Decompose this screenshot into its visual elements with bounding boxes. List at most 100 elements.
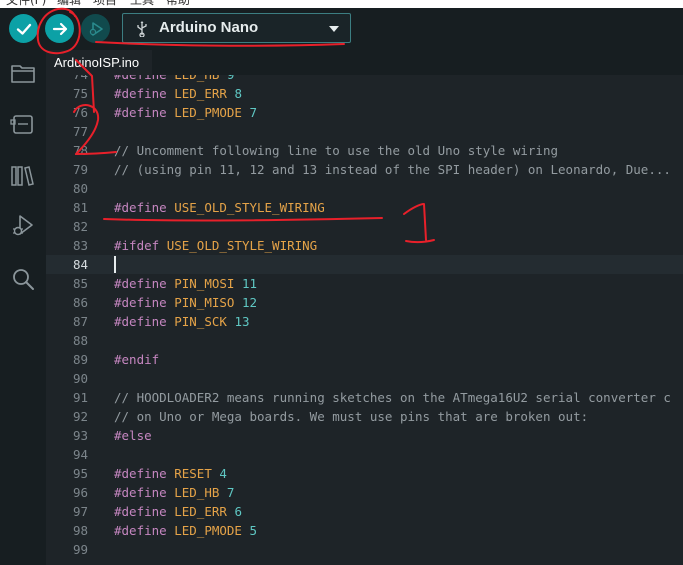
- code-text: // (using pin 11, 12 and 13 instead of t…: [114, 160, 671, 179]
- debug-button[interactable]: [81, 14, 110, 43]
- code-text: #define LED_HB 9: [114, 75, 234, 84]
- code-editor[interactable]: 74#define LED_HB 975#define LED_ERR 876#…: [46, 75, 683, 565]
- code-line[interactable]: 97 #define LED_ERR 6: [46, 502, 683, 521]
- code-line[interactable]: 78 // Uncomment following line to use the…: [46, 141, 683, 160]
- code-token-ident: LED_ERR: [174, 86, 235, 101]
- line-number: 88: [72, 333, 88, 348]
- line-number: 78: [72, 143, 88, 158]
- board-manager-icon[interactable]: [9, 110, 37, 138]
- code-token-num: 4: [219, 466, 227, 481]
- code-token-kw: #endif: [114, 352, 160, 367]
- line-number: 77: [72, 124, 88, 139]
- library-icon[interactable]: [9, 162, 37, 190]
- line-number: 75: [72, 86, 88, 101]
- code-text: #else: [114, 426, 152, 445]
- code-line[interactable]: 79 // (using pin 11, 12 and 13 instead of…: [46, 160, 683, 179]
- code-line[interactable]: 77: [46, 122, 683, 141]
- menu-edit[interactable]: 编辑: [57, 0, 81, 8]
- line-number: 90: [72, 371, 88, 386]
- code-text: #define LED_PMODE 7: [114, 103, 257, 122]
- code-token-kw: #define: [114, 295, 175, 310]
- line-number: 94: [72, 447, 88, 462]
- code-text: #define PIN_MISO 12: [114, 293, 257, 312]
- code-token-ident: PIN_MISO: [174, 295, 242, 310]
- code-token-kw: #define: [114, 314, 175, 329]
- line-number: 95: [72, 466, 88, 481]
- code-text: #define LED_ERR 6: [114, 502, 242, 521]
- search-icon[interactable]: [9, 265, 37, 293]
- tab-arduinoisp[interactable]: ArduinoISP.ino: [46, 50, 152, 75]
- code-token-num: 11: [241, 276, 258, 291]
- code-line[interactable]: 76 #define LED_PMODE 7: [46, 103, 683, 122]
- toolbar: Arduino Nano: [0, 8, 683, 50]
- code-line[interactable]: 95 #define RESET 4: [46, 464, 683, 483]
- code-token-kw: #else: [114, 428, 152, 443]
- code-line[interactable]: 94: [46, 445, 683, 464]
- upload-button[interactable]: [45, 14, 74, 43]
- line-number: 97: [72, 504, 88, 519]
- code-token-kw: #define: [114, 466, 175, 481]
- code-line[interactable]: 98 #define LED_PMODE 5: [46, 521, 683, 540]
- check-icon: [16, 23, 31, 35]
- debug-icon[interactable]: [9, 212, 37, 240]
- code-line[interactable]: 91 // HOODLOADER2 means running sketches …: [46, 388, 683, 407]
- code-line[interactable]: 93 #else: [46, 426, 683, 445]
- code-line[interactable]: 99: [46, 540, 683, 559]
- code-token-kw: #ifdef: [114, 238, 167, 253]
- chevron-down-icon: [329, 26, 339, 32]
- code-line[interactable]: 83 #ifdef USE_OLD_STYLE_WIRING: [46, 236, 683, 255]
- code-token-num: 7: [226, 485, 235, 500]
- code-line[interactable]: 75 #define LED_ERR 8: [46, 84, 683, 103]
- code-line[interactable]: 82: [46, 217, 683, 236]
- menu-file[interactable]: 文件(F): [6, 0, 46, 8]
- code-text: #define PIN_SCK 13: [114, 312, 250, 331]
- board-selector[interactable]: Arduino Nano: [122, 13, 351, 43]
- code-token-num: 12: [241, 295, 258, 310]
- code-text: #define LED_ERR 8: [114, 84, 242, 103]
- code-line[interactable]: 96 #define LED_HB 7: [46, 483, 683, 502]
- arrow-right-icon: [52, 22, 67, 35]
- line-number: 79: [72, 162, 88, 177]
- folder-icon[interactable]: [9, 59, 37, 87]
- code-token-kw: #define: [114, 75, 174, 82]
- code-line[interactable]: 92 // on Uno or Mega boards. We must use …: [46, 407, 683, 426]
- code-token-num: 6: [234, 504, 242, 519]
- line-number: 91: [72, 390, 88, 405]
- line-number: 92: [72, 409, 88, 424]
- code-text: #ifdef USE_OLD_STYLE_WIRING: [114, 236, 317, 255]
- text-cursor: [114, 256, 116, 273]
- line-number: 99: [72, 542, 88, 557]
- code-token-ident: LED_ERR: [174, 504, 235, 519]
- menu-tools[interactable]: 工具: [130, 0, 154, 8]
- code-token-num: 8: [234, 86, 242, 101]
- code-line[interactable]: 86 #define PIN_MISO 12: [46, 293, 683, 312]
- code-line[interactable]: 87 #define PIN_SCK 13: [46, 312, 683, 331]
- code-line[interactable]: 81 #define USE_OLD_STYLE_WIRING: [46, 198, 683, 217]
- line-number: 83: [72, 238, 88, 253]
- line-number: 98: [72, 523, 88, 538]
- line-number: 93: [72, 428, 88, 443]
- code-token-kw: #define: [114, 105, 175, 120]
- code-line[interactable]: 80: [46, 179, 683, 198]
- code-text: // on Uno or Mega boards. We must use pi…: [114, 407, 588, 426]
- code-line[interactable]: 90: [46, 369, 683, 388]
- code-token-kw: #define: [114, 485, 175, 500]
- code-token-ident: PIN_MOSI: [174, 276, 242, 291]
- code-token-ident: PIN_SCK: [174, 314, 235, 329]
- code-line[interactable]: 88: [46, 331, 683, 350]
- menu-sketch[interactable]: 项目: [93, 0, 117, 8]
- code-token-ident: USE_OLD_STYLE_WIRING: [166, 238, 318, 253]
- code-text: // Uncomment following line to use the o…: [114, 141, 558, 160]
- code-line[interactable]: 84: [46, 255, 683, 274]
- code-token-ident: LED_HB: [174, 485, 227, 500]
- line-number: 84: [72, 257, 88, 272]
- verify-button[interactable]: [9, 14, 38, 43]
- menu-help[interactable]: 帮助: [166, 0, 190, 8]
- menu-bar: 文件(F) 编辑 项目 工具 帮助: [0, 0, 683, 8]
- code-token-ident: USE_OLD_STYLE_WIRING: [174, 200, 325, 215]
- code-line[interactable]: 85 #define PIN_MOSI 11: [46, 274, 683, 293]
- code-line[interactable]: 74 #define LED_HB 9: [46, 75, 683, 84]
- code-token-cmt: // Uncomment following line to use the o…: [114, 143, 559, 158]
- code-line[interactable]: 89 #endif: [46, 350, 683, 369]
- line-number: 86: [72, 295, 88, 310]
